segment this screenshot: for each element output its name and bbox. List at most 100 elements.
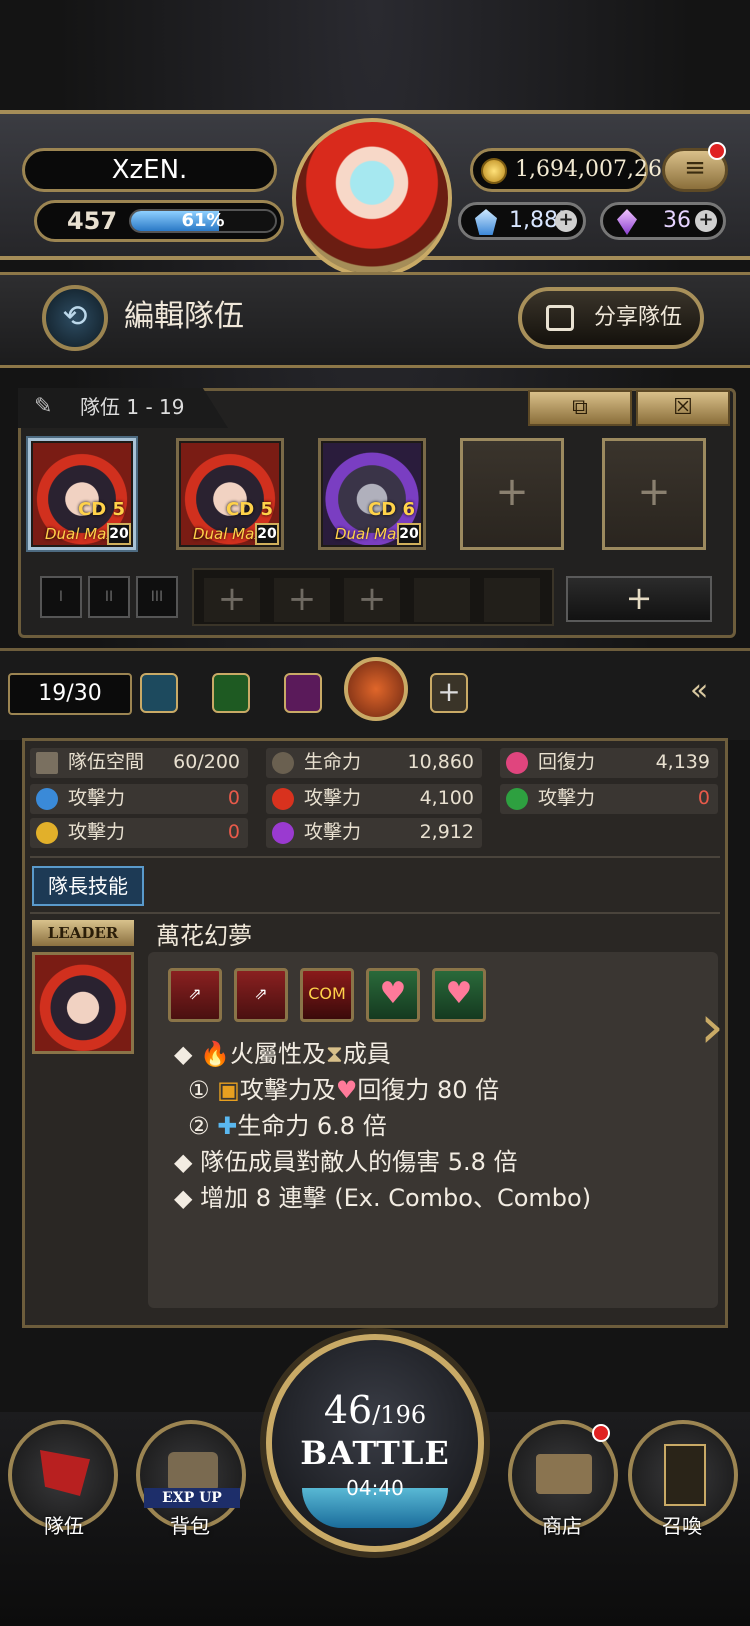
- dual-max-badge: Dual Max: [335, 525, 406, 543]
- skill-line-4: ◆ 隊伍成員對敵人的傷害 5.8 倍: [174, 1148, 518, 1176]
- stat-attack-dark: 攻擊力 2,912: [266, 818, 482, 848]
- next-arrow-icon[interactable]: ›: [700, 992, 724, 1062]
- nav-bag-label: 背包: [170, 1514, 210, 1538]
- fire-icon: 🔥: [200, 1040, 230, 1068]
- stat-hp: 生命力 10,860: [266, 748, 482, 778]
- collapse-arrows-icon[interactable]: «: [690, 673, 708, 708]
- diamond-icon: [475, 209, 497, 235]
- filter-dark-button[interactable]: [284, 673, 322, 713]
- stat-team-space: 隊伍空間 60/200: [30, 748, 248, 778]
- fire-icon: [272, 788, 294, 810]
- cooldown: CD 6: [368, 499, 415, 520]
- flag-icon: [36, 752, 58, 774]
- filter-add-button[interactable]: +: [430, 673, 468, 713]
- game-screen: XzEN. 457 61% 1,694,007,261 ≡ 1,885 + 36…: [0, 0, 750, 1626]
- edit-team-bar: ⟲ 編輯隊伍 分享隊伍: [0, 272, 750, 368]
- chest-icon: [168, 1452, 218, 1492]
- page-title: 編輯隊伍: [124, 299, 244, 334]
- flag-icon: [40, 1450, 90, 1496]
- dark-icon: [272, 822, 294, 844]
- add-member-icon: +: [495, 469, 529, 515]
- cooldown: CD 5: [226, 499, 273, 520]
- team-tab-label: 隊伍 1 - 19: [80, 395, 185, 419]
- stat-attack-water: 攻擊力 0: [30, 784, 248, 814]
- share-team-button[interactable]: 分享隊伍: [518, 287, 704, 349]
- copy-team-button[interactable]: ⧉: [528, 390, 632, 426]
- skill-level: 20: [255, 523, 279, 545]
- nav-shop-label: 商店: [542, 1514, 582, 1538]
- coin-amount: 1,694,007,261: [515, 157, 676, 182]
- light-icon: [36, 822, 58, 844]
- shop-notification-dot: [592, 1424, 610, 1442]
- divider: [30, 856, 720, 858]
- team-slot-3[interactable]: CD 6 Dual Max 20: [318, 438, 426, 550]
- team-tab[interactable]: ✎ 隊伍 1 - 19: [18, 388, 228, 428]
- skill-line-1: ◆ 🔥火屬性及⧗成員: [174, 1040, 391, 1068]
- hp-drop-icon: [272, 752, 294, 774]
- sub-slot: [414, 578, 470, 622]
- leader-skill-name: 萬花幻夢: [156, 922, 252, 950]
- level-bar: 457 61%: [34, 200, 284, 242]
- tab-leader-skill[interactable]: 隊長技能: [32, 866, 144, 906]
- buy-diamond-button[interactable]: +: [555, 210, 577, 232]
- team-slot-4[interactable]: +: [460, 438, 564, 550]
- leader-portrait[interactable]: [32, 952, 134, 1054]
- add-member-icon: +: [637, 469, 671, 515]
- stamina-timer: 04:40: [346, 1476, 404, 1500]
- coin-icon: [481, 158, 507, 184]
- heart-plus-icon: ♥: [432, 968, 486, 1022]
- team-slot-2[interactable]: CD 5 Dual Max 20: [176, 438, 284, 550]
- leader-skill-box: ⇗ ⇗ COM ♥ ♥ ◆ 🔥火屬性及⧗成員 ① ▣攻擊力及♥回復力 80 倍 …: [148, 952, 718, 1308]
- filter-key-button[interactable]: [140, 673, 178, 713]
- wood-icon: [506, 788, 528, 810]
- close-icon: ☒: [673, 395, 693, 420]
- skill-line-2: ① ▣攻擊力及♥回復力 80 倍: [188, 1076, 500, 1104]
- skill-line-5: ◆ 增加 8 連擊 (Ex. Combo、Combo): [174, 1184, 592, 1212]
- filter-fire-button[interactable]: [344, 657, 408, 721]
- battle-button[interactable]: 46/196 BATTLE 04:40: [266, 1334, 484, 1552]
- combo-icon: COM: [300, 968, 354, 1022]
- crystal-counter: 36 +: [600, 202, 726, 240]
- cooldown: CD 5: [78, 499, 125, 520]
- preset-slot-1[interactable]: I: [40, 576, 82, 618]
- crystal-icon: [617, 209, 637, 235]
- player-avatar[interactable]: [292, 118, 452, 278]
- skill-level: 20: [107, 523, 131, 545]
- skill-level: 20: [397, 523, 421, 545]
- inventory-count: 19/30: [8, 673, 132, 715]
- filter-wood-button[interactable]: [212, 673, 250, 713]
- player-level: 457: [66, 207, 118, 235]
- leader-badge: LEADER: [32, 920, 134, 946]
- copy-icon: ⧉: [572, 395, 588, 420]
- preset-slot-3[interactable]: III: [136, 576, 178, 618]
- sub-slot: [484, 578, 540, 622]
- exp-percent: 61%: [181, 210, 225, 231]
- team-slot-1[interactable]: CD 5 Dual Max 20: [28, 438, 136, 550]
- back-button[interactable]: ⟲: [42, 285, 108, 351]
- dual-max-badge: Dual Max: [193, 525, 264, 543]
- water-icon: [36, 788, 58, 810]
- buy-crystal-button[interactable]: +: [695, 210, 717, 232]
- stat-attack-light: 攻擊力 0: [30, 818, 248, 848]
- stat-attack-fire: 攻擊力 4,100: [266, 784, 482, 814]
- clear-team-button[interactable]: ☒: [636, 390, 730, 426]
- attack-up-icon: ⇗: [234, 968, 288, 1022]
- back-arrow-icon: ⟲: [62, 299, 88, 334]
- hp-cross-icon: ✚: [217, 1112, 238, 1140]
- add-team-button[interactable]: +: [566, 576, 712, 622]
- heart-icon: [506, 752, 528, 774]
- sub-slot[interactable]: +: [274, 578, 330, 622]
- nav-summon-label: 召喚: [662, 1514, 702, 1538]
- stamina: 46/196: [323, 1388, 427, 1432]
- sub-member-bar: + + +: [192, 568, 554, 626]
- pencil-icon: ✎: [34, 394, 53, 419]
- team-slot-5[interactable]: +: [602, 438, 706, 550]
- shop-icon: [536, 1454, 592, 1494]
- filter-row: 19/30 + «: [0, 648, 750, 740]
- preset-slot-2[interactable]: II: [88, 576, 130, 618]
- coin-counter: 1,694,007,261: [470, 148, 676, 192]
- sub-slot[interactable]: +: [344, 578, 400, 622]
- sub-slot[interactable]: +: [204, 578, 260, 622]
- battle-label: BATTLE: [300, 1434, 450, 1472]
- heart-icon: ♥: [366, 968, 420, 1022]
